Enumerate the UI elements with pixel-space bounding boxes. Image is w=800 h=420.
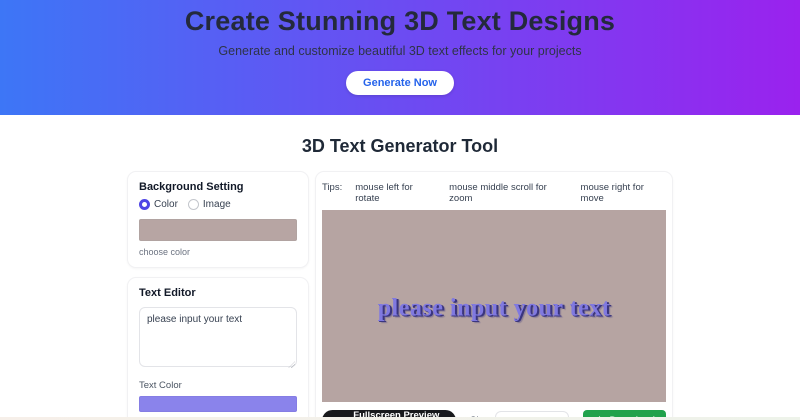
text-color-label: Text Color	[139, 380, 297, 391]
text-input[interactable]: please input your text	[139, 307, 297, 367]
hero-banner: Create Stunning 3D Text Designs Generate…	[0, 0, 800, 115]
tool-content: Background Setting Color Image choose co…	[127, 171, 673, 420]
text-color-swatch[interactable]	[139, 396, 297, 412]
hero-title: Create Stunning 3D Text Designs	[185, 6, 615, 37]
radio-option-image[interactable]: Image	[188, 199, 231, 210]
tool-heading: 3D Text Generator Tool	[0, 136, 800, 157]
hero-subtitle: Generate and customize beautiful 3D text…	[218, 44, 581, 58]
radio-option-color[interactable]: Color	[139, 199, 178, 210]
background-color-swatch[interactable]	[139, 219, 297, 241]
settings-sidebar: Background Setting Color Image choose co…	[127, 171, 309, 420]
radio-image-unselected-icon[interactable]	[188, 199, 199, 210]
tip-rotate: mouse left for rotate	[355, 182, 436, 204]
tip-zoom: mouse middle scroll for zoom	[449, 182, 567, 204]
generate-now-button[interactable]: Generate Now	[346, 71, 454, 95]
tip-move: mouse right for move	[581, 182, 666, 204]
text-editor-card: Text Editor please input your text Text …	[127, 277, 309, 420]
background-setting-card: Background Setting Color Image choose co…	[127, 171, 309, 268]
tips-prefix: Tips:	[322, 182, 342, 204]
preview-panel: Tips: mouse left for rotate mouse middle…	[315, 171, 673, 420]
radio-color-selected-icon[interactable]	[139, 199, 150, 210]
render-canvas[interactable]: please input your text	[322, 210, 666, 402]
rendered-3d-text: please input your text	[378, 294, 611, 322]
tips-bar: Tips: mouse left for rotate mouse middle…	[322, 178, 666, 210]
background-type-radio-group: Color Image	[139, 199, 297, 210]
radio-image-label: Image	[203, 199, 231, 210]
radio-color-label: Color	[154, 199, 178, 210]
background-setting-title: Background Setting	[139, 181, 297, 193]
choose-color-hint: choose color	[139, 247, 297, 257]
text-editor-title: Text Editor	[139, 287, 297, 299]
